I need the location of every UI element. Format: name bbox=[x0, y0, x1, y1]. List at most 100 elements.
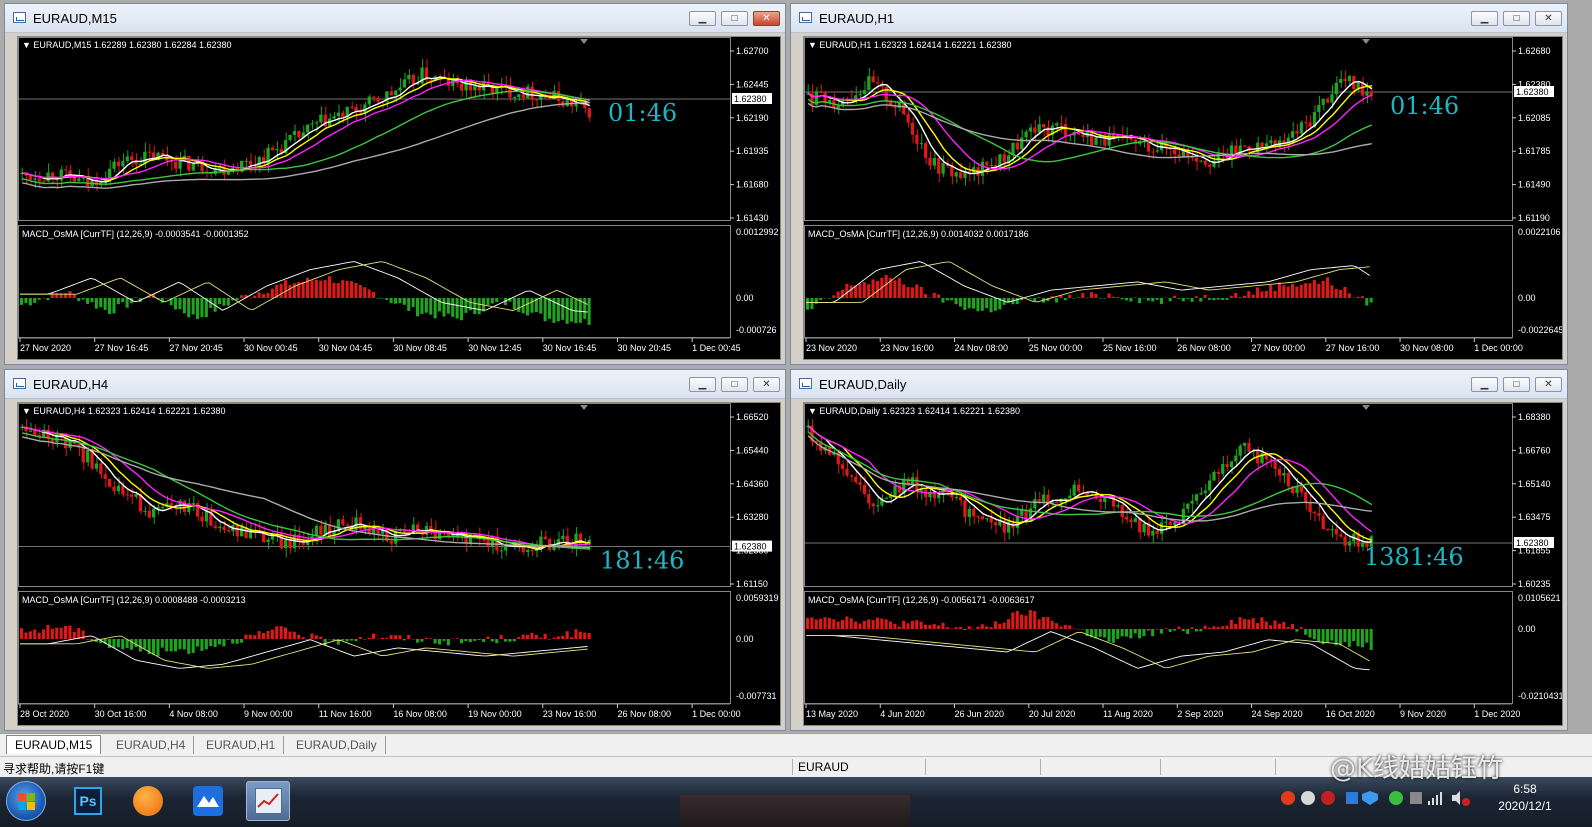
candle-body bbox=[55, 433, 59, 443]
macd-main-line bbox=[806, 631, 1370, 671]
photoshop-icon[interactable]: Ps bbox=[66, 781, 110, 821]
window-title-bar[interactable]: EURAUD,H1 ▁ □ ✕ bbox=[791, 4, 1567, 33]
network-signal-icon[interactable] bbox=[1428, 792, 1442, 805]
price-chart[interactable]: ▼ EURAUD,M15 1.62289 1.62380 1.62284 1.6… bbox=[17, 36, 781, 360]
macd-histogram-bar bbox=[1304, 283, 1308, 298]
price-tick-label: 1.65140 bbox=[1518, 479, 1551, 489]
macd-histogram-bar bbox=[270, 629, 274, 639]
candle-body bbox=[989, 165, 993, 167]
candle-body bbox=[1282, 473, 1286, 476]
price-tick-label: 1.61490 bbox=[1518, 180, 1551, 190]
macd-histogram-bar bbox=[565, 298, 569, 324]
bar-countdown-timer: 1381:46 bbox=[1364, 543, 1464, 571]
metatrader-app-icon[interactable] bbox=[246, 781, 290, 821]
macd-histogram-bar bbox=[534, 634, 538, 639]
taskbar-clock[interactable]: 6:58 2020/12/1 bbox=[1485, 781, 1565, 821]
candle-body bbox=[116, 485, 121, 492]
tab-euraud-daily[interactable]: EURAUD,Daily bbox=[288, 736, 386, 754]
maximize-button[interactable]: □ bbox=[1503, 377, 1530, 392]
macd-histogram-bar bbox=[1142, 298, 1146, 299]
close-button[interactable]: ✕ bbox=[753, 11, 780, 26]
window-title-bar[interactable]: EURAUD,H4 ▁ □ ✕ bbox=[5, 370, 785, 399]
macd-histogram-bar bbox=[64, 625, 68, 639]
close-button[interactable]: ✕ bbox=[753, 377, 780, 392]
maximize-button[interactable]: □ bbox=[721, 11, 748, 26]
macd-histogram-bar bbox=[915, 620, 919, 629]
macd-histogram-bar bbox=[963, 298, 967, 310]
price-tick-label: 1.61680 bbox=[736, 180, 769, 190]
current-price-label: 1.62380 bbox=[1516, 538, 1549, 548]
candle-body bbox=[319, 114, 323, 123]
macd-histogram-bar bbox=[55, 627, 59, 639]
tab-euraud-h1[interactable]: EURAUD,H1 bbox=[198, 736, 285, 754]
feishu-app-icon[interactable] bbox=[186, 781, 230, 821]
macd-histogram-bar bbox=[1352, 297, 1356, 299]
candle-body bbox=[108, 478, 112, 487]
macd-histogram-bar bbox=[871, 620, 875, 629]
candle-body bbox=[906, 114, 910, 123]
candle-body bbox=[130, 494, 134, 497]
macd-histogram-bar bbox=[806, 298, 810, 310]
candle-body bbox=[1133, 518, 1137, 523]
macd-histogram-bar bbox=[1325, 277, 1329, 298]
candle-body bbox=[407, 74, 411, 80]
shift-marker-icon[interactable] bbox=[1362, 405, 1370, 410]
close-button[interactable]: ✕ bbox=[1535, 11, 1562, 26]
tab-euraud-h4[interactable]: EURAUD,H4 bbox=[108, 736, 195, 754]
macd-histogram-bar bbox=[42, 629, 46, 639]
help-tray-icon[interactable] bbox=[1301, 791, 1315, 805]
minimize-button[interactable]: ▁ bbox=[689, 11, 716, 26]
minimize-button[interactable]: ▁ bbox=[689, 377, 716, 392]
tab-euraud-m15[interactable]: EURAUD,M15 bbox=[6, 735, 102, 754]
macd-histogram-bar bbox=[823, 617, 827, 629]
window-title-bar[interactable]: EURAUD,M15 ▁ □ ✕ bbox=[5, 4, 785, 33]
macd-histogram-bar bbox=[389, 635, 393, 639]
macd-histogram-bar bbox=[832, 295, 836, 298]
time-tick-label: 27 Nov 2020 bbox=[20, 343, 71, 353]
keyboard-tray-icon[interactable] bbox=[1410, 792, 1422, 804]
chart-svg: ▼ EURAUD,M15 1.62289 1.62380 1.62284 1.6… bbox=[18, 37, 779, 353]
price-chart[interactable]: ▼ EURAUD,Daily 1.62323 1.62414 1.62221 1… bbox=[803, 402, 1563, 726]
candle-body bbox=[1199, 160, 1203, 162]
minimize-button[interactable]: ▁ bbox=[1471, 11, 1498, 26]
macd-histogram-bar bbox=[134, 639, 138, 647]
shift-marker-icon[interactable] bbox=[580, 405, 588, 410]
price-chart[interactable]: ▼ EURAUD,H1 1.62323 1.62414 1.62221 1.62… bbox=[803, 36, 1563, 360]
sogou-tray-icon[interactable] bbox=[1281, 791, 1295, 805]
shield-tray-icon[interactable] bbox=[1362, 791, 1378, 805]
candle-body bbox=[372, 96, 376, 98]
macd-histogram-bar bbox=[363, 287, 367, 298]
macd-histogram-bar bbox=[288, 631, 292, 639]
macd-histogram-bar bbox=[1238, 297, 1242, 298]
record-tray-icon[interactable] bbox=[1321, 791, 1335, 805]
price-chart[interactable]: ▼ EURAUD,H4 1.62323 1.62414 1.62221 1.62… bbox=[17, 402, 781, 726]
candle-body bbox=[240, 527, 244, 537]
macd-histogram-bar bbox=[1173, 295, 1177, 298]
sogou-app-icon[interactable] bbox=[126, 781, 170, 821]
window-title: EURAUD,M15 bbox=[33, 11, 117, 26]
macd-histogram-bar bbox=[1312, 629, 1316, 640]
macd-histogram-bar bbox=[1286, 627, 1290, 629]
windows-start-icon[interactable] bbox=[6, 781, 46, 821]
macd-histogram-bar bbox=[442, 639, 446, 641]
chart-symbol-header: ▼ EURAUD,M15 1.62289 1.62380 1.62284 1.6… bbox=[22, 40, 232, 50]
app-tray-icon[interactable] bbox=[1346, 792, 1358, 804]
shift-marker-icon[interactable] bbox=[580, 39, 588, 44]
time-tick-label: 30 Nov 08:00 bbox=[1400, 343, 1454, 353]
maximize-button[interactable]: □ bbox=[1503, 11, 1530, 26]
shift-marker-icon[interactable] bbox=[1362, 39, 1370, 44]
wechat-tray-icon[interactable] bbox=[1389, 791, 1403, 805]
macd-histogram-bar bbox=[1050, 620, 1054, 629]
candle-body bbox=[499, 550, 503, 552]
macd-tick-label: 0.00 bbox=[736, 293, 754, 303]
macd-histogram-bar bbox=[849, 285, 853, 298]
maximize-button[interactable]: □ bbox=[721, 377, 748, 392]
current-price-label: 1.62380 bbox=[1516, 87, 1549, 97]
minimize-button[interactable]: ▁ bbox=[1471, 377, 1498, 392]
close-button[interactable]: ✕ bbox=[1535, 377, 1562, 392]
candle-body bbox=[288, 134, 292, 141]
volume-muted-icon[interactable] bbox=[1452, 791, 1470, 806]
macd-tick-label: 0.0022106 bbox=[1518, 227, 1561, 237]
candle-body bbox=[1365, 91, 1369, 96]
window-title-bar[interactable]: EURAUD,Daily ▁ □ ✕ bbox=[791, 370, 1567, 399]
